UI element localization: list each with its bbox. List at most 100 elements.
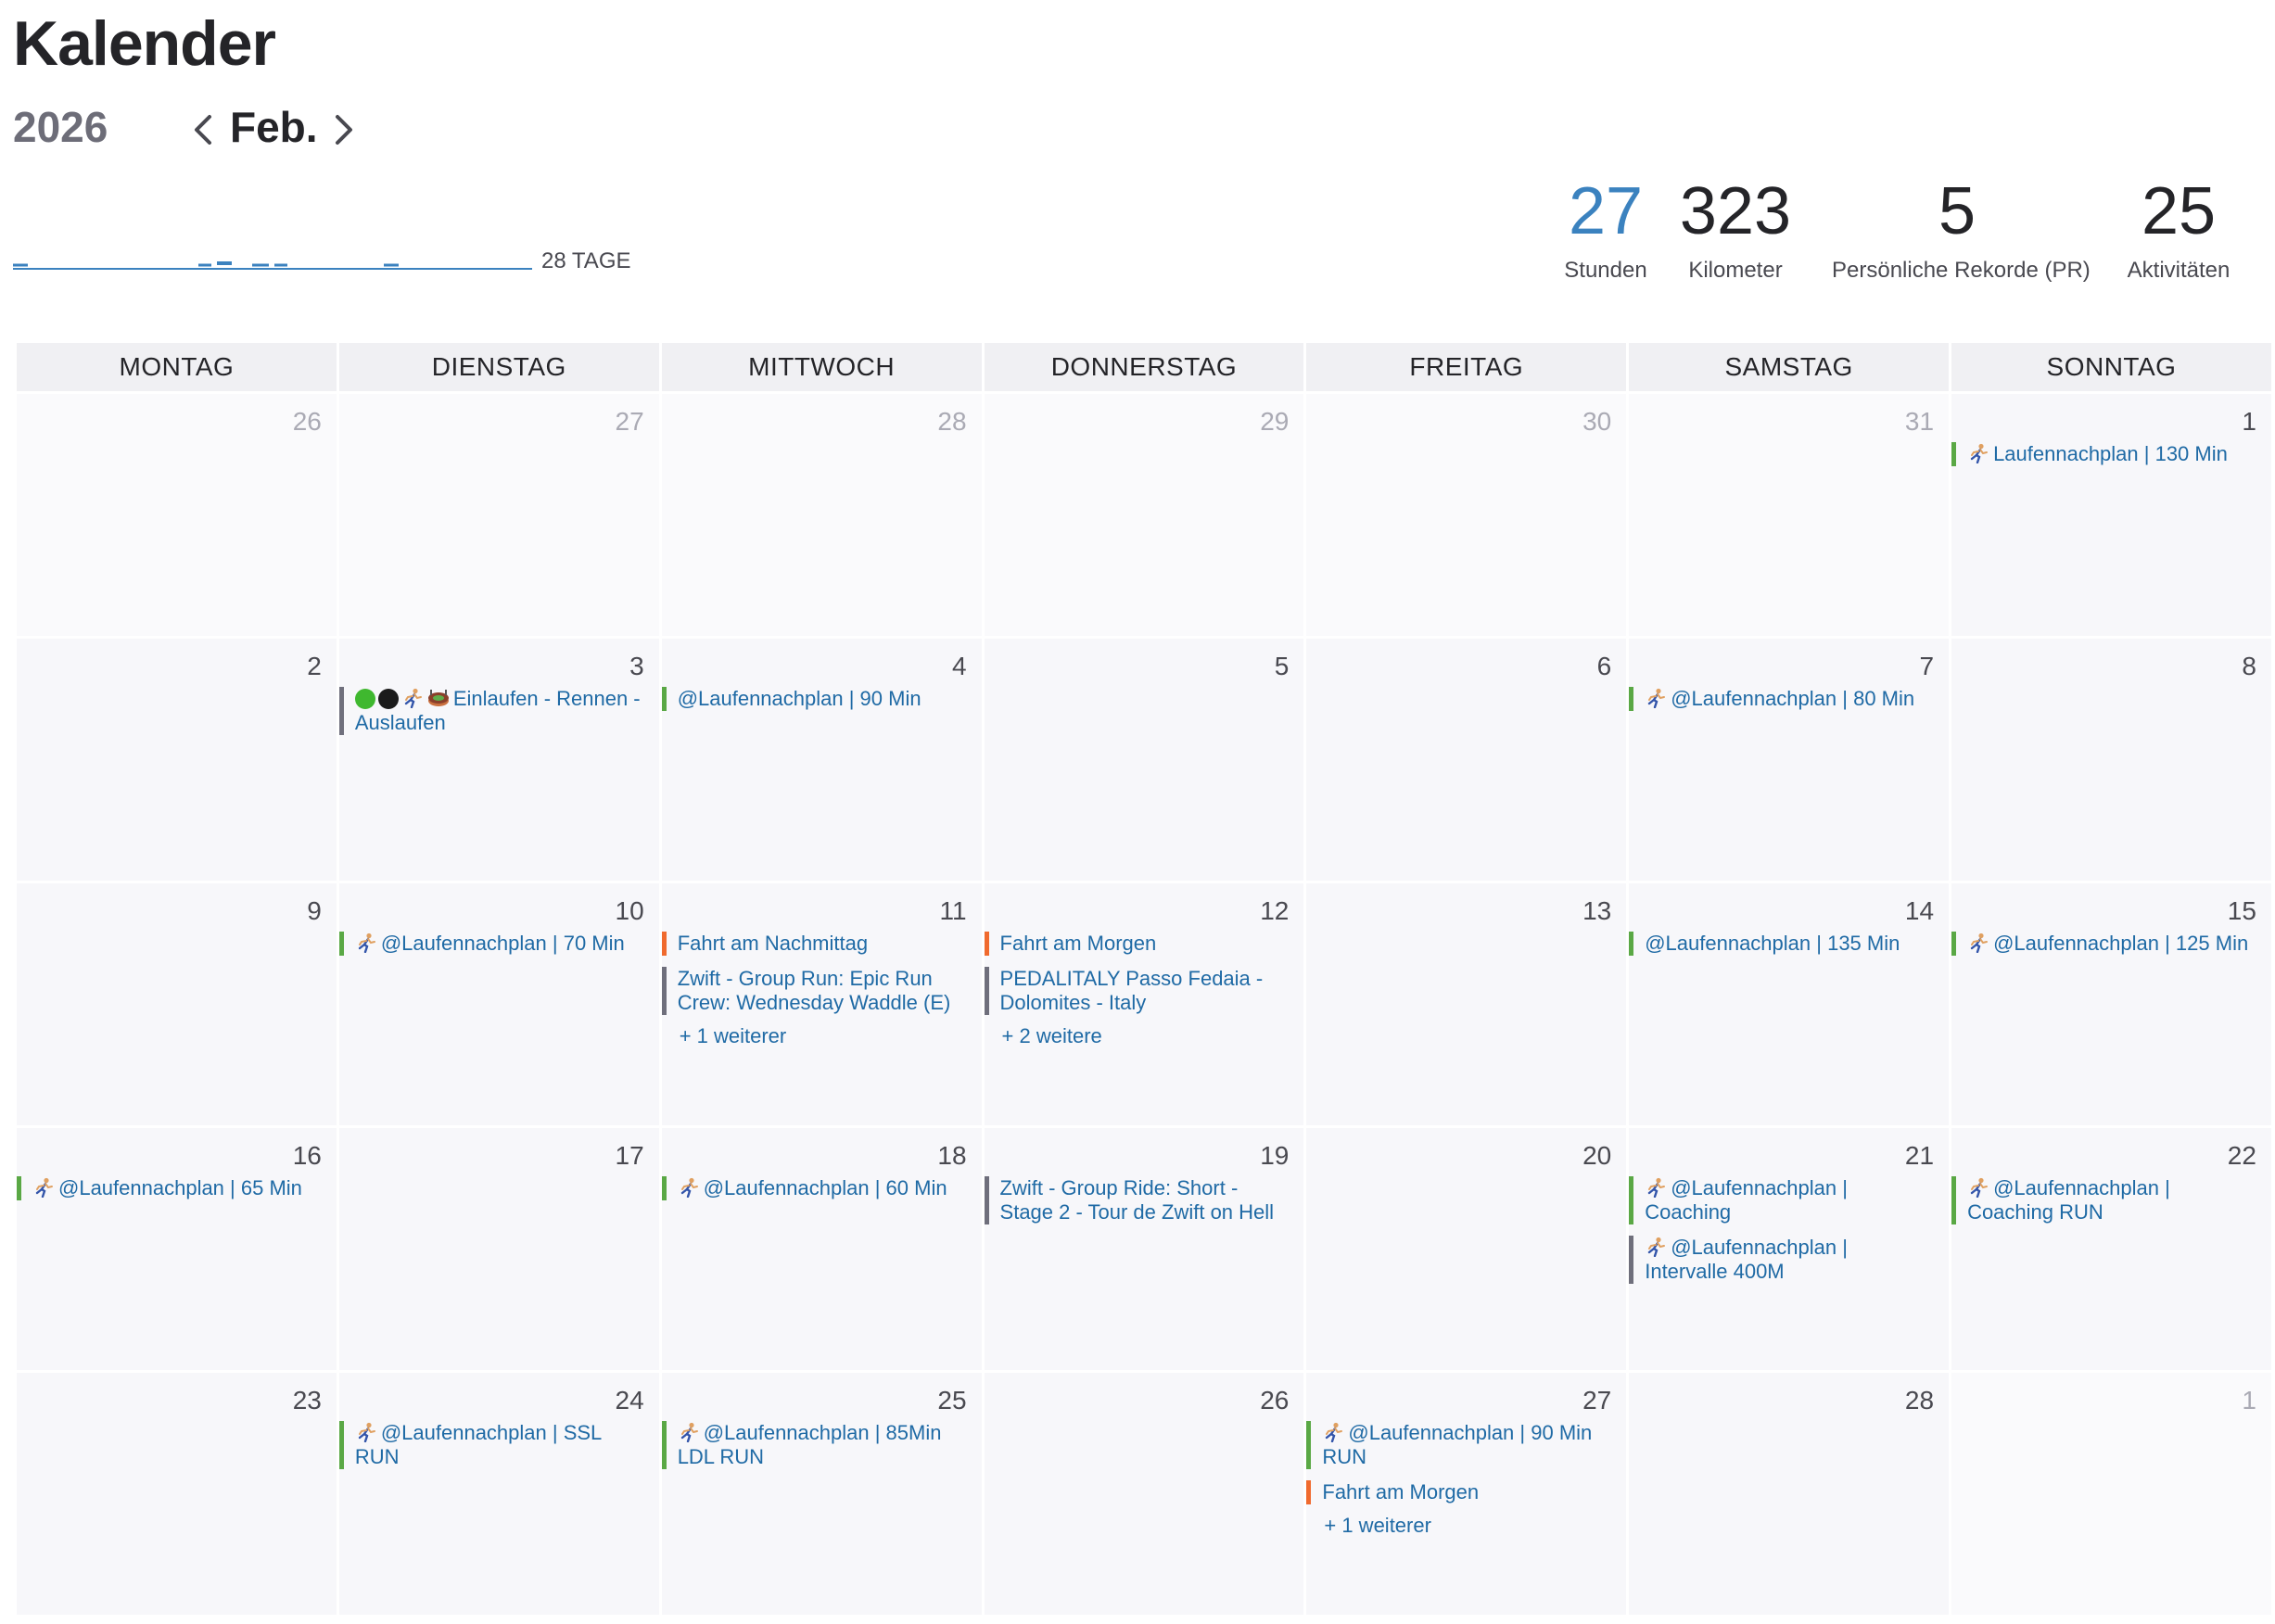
calendar-event[interactable]: PEDALITALY Passo Fedaia - Dolomites - It…	[984, 967, 1291, 1015]
day-cell[interactable]: 20	[1306, 1128, 1627, 1370]
day-cell[interactable]: 6	[1306, 639, 1627, 881]
calendar-event[interactable]: Fahrt am Morgen	[984, 932, 1291, 956]
calendar-event[interactable]: @Laufennachplan | Coaching RUN	[1951, 1176, 2258, 1224]
prev-month-button[interactable]	[185, 109, 222, 150]
runner-icon	[678, 1422, 700, 1443]
event-title: @Laufennachplan | SSL RUN	[354, 1421, 602, 1468]
day-cell[interactable]: 7 @Laufennachplan | 80 Min	[1629, 639, 1950, 881]
day-cell[interactable]: 27 @Laufennachplan | 90 Min RUN Fahrt am M…	[1306, 1373, 1627, 1615]
day-cell[interactable]: 11 Fahrt am Nachmittag Zwift - Group Run: …	[661, 883, 982, 1125]
day-cell[interactable]: 26	[984, 1373, 1304, 1615]
calendar-event[interactable]: Laufennachplan | 130 Min	[1951, 442, 2258, 466]
day-cell[interactable]: 9	[17, 883, 337, 1125]
day-cell[interactable]: 15 @Laufennachplan | 125 Min	[1951, 883, 2271, 1125]
day-number: 21	[1904, 1141, 1935, 1170]
day-cell[interactable]: 2	[17, 639, 337, 881]
calendar-event[interactable]: @Laufennachplan | 90 Min RUN	[1306, 1421, 1613, 1469]
day-cell[interactable]: 18 @Laufennachplan | 60 Min	[661, 1128, 982, 1370]
calendar-event[interactable]: Zwift - Group Run: Epic Run Crew: Wednes…	[661, 967, 969, 1015]
event-title: @Laufennachplan | 90 Min	[677, 687, 921, 710]
day-events: @Laufennachplan | 125 Min	[1951, 932, 2258, 967]
runner-icon	[1967, 1177, 1989, 1199]
day-cell[interactable]: 30	[1306, 394, 1627, 636]
calendar-event[interactable]: @Laufennachplan | 65 Min	[17, 1176, 324, 1200]
day-cell[interactable]: 4 @Laufennachplan | 90 Min	[661, 639, 982, 881]
next-month-button[interactable]	[324, 109, 362, 150]
day-number: 9	[307, 896, 322, 925]
day-number: 3	[629, 652, 644, 680]
day-number: 1	[2242, 407, 2256, 436]
day-cell[interactable]: 22 @Laufennachplan | Coaching RUN	[1951, 1128, 2271, 1370]
day-cell[interactable]: 16 @Laufennachplan | 65 Min	[17, 1128, 337, 1370]
stat-value: 25	[2141, 174, 2217, 248]
day-cell[interactable]: 21 @Laufennachplan | Coaching @Laufennachp…	[1629, 1128, 1950, 1370]
day-number: 7	[1919, 652, 1935, 680]
day-cell[interactable]: 12 Fahrt am Morgen PEDALITALY Passo Fedaia…	[984, 883, 1304, 1125]
more-events-link[interactable]: + 1 weiterer	[662, 1024, 969, 1048]
day-number: 18	[937, 1141, 967, 1170]
weeks-container: 26 27 28 29 30 31 1 Laufennachplan | 130 Min 2 3 E…	[17, 394, 2271, 1615]
calendar-event[interactable]: @Laufennachplan | 135 Min	[1629, 932, 1936, 956]
event-title: Fahrt am Nachmittag	[677, 932, 869, 955]
day-cell[interactable]: 26	[17, 394, 337, 636]
day-number: 12	[1260, 896, 1290, 925]
stat-personal-records: 5 Persönliche Rekorde (PR)	[1832, 172, 2091, 284]
day-events: @Laufennachplan | Coaching @Laufennachpla…	[1629, 1176, 1936, 1295]
day-cell[interactable]: 17	[338, 1128, 659, 1370]
calendar-event[interactable]: @Laufennachplan | 125 Min	[1951, 932, 2258, 956]
day-cell[interactable]: 3 Einlaufen - Rennen - Auslaufen	[338, 639, 659, 881]
calendar-event[interactable]: @Laufennachplan | 80 Min	[1629, 687, 1936, 711]
day-events: Einlaufen - Rennen - Auslaufen	[338, 687, 646, 746]
event-title: @Laufennachplan | 65 Min	[58, 1176, 302, 1199]
calendar-event[interactable]: @Laufennachplan | 60 Min	[661, 1176, 969, 1200]
day-number: 17	[615, 1141, 644, 1170]
day-number: 24	[615, 1386, 644, 1415]
day-cell[interactable]: 25 @Laufennachplan | 85Min LDL RUN	[661, 1373, 982, 1615]
calendar-event[interactable]: @Laufennachplan | 70 Min	[338, 932, 646, 956]
event-title: @Laufennachplan | 80 Min	[1671, 687, 1915, 710]
day-cell[interactable]: 8	[1951, 639, 2271, 881]
runner-icon	[32, 1177, 55, 1199]
calendar-event[interactable]: Einlaufen - Rennen - Auslaufen	[338, 687, 646, 735]
day-cell[interactable]: 28	[661, 394, 982, 636]
day-cell[interactable]: 24 @Laufennachplan | SSL RUN	[338, 1373, 659, 1615]
day-events: Zwift - Group Ride: Short - Stage 2 - To…	[984, 1176, 1291, 1236]
calendar-event[interactable]: @Laufennachplan | SSL RUN	[338, 1421, 646, 1469]
day-cell[interactable]: 29	[984, 394, 1304, 636]
event-title: @Laufennachplan | 125 Min	[1993, 932, 2249, 955]
day-number: 20	[1582, 1141, 1612, 1170]
day-cell[interactable]: 10 @Laufennachplan | 70 Min	[338, 883, 659, 1125]
calendar-event[interactable]: @Laufennachplan | 90 Min	[661, 687, 969, 711]
event-title: @Laufennachplan | 70 Min	[380, 932, 625, 955]
day-number: 23	[292, 1386, 322, 1415]
day-cell[interactable]: 19 Zwift - Group Ride: Short - Stage 2 - …	[984, 1128, 1304, 1370]
calendar-event[interactable]: Fahrt am Nachmittag	[661, 932, 969, 956]
event-title: @Laufennachplan | Intervalle 400M	[1645, 1236, 1848, 1283]
day-cell[interactable]: 14 @Laufennachplan | 135 Min	[1629, 883, 1950, 1125]
day-cell[interactable]: 1	[1951, 1373, 2271, 1615]
calendar-event[interactable]: @Laufennachplan | Coaching	[1629, 1176, 1936, 1224]
day-number: 22	[2227, 1141, 2256, 1170]
day-number: 27	[615, 407, 644, 436]
day-number: 13	[1582, 896, 1612, 925]
day-cell[interactable]: 23	[17, 1373, 337, 1615]
calendar-event[interactable]: @Laufennachplan | 85Min LDL RUN	[661, 1421, 969, 1469]
day-cell[interactable]: 28	[1629, 1373, 1950, 1615]
calendar-event[interactable]: Fahrt am Morgen	[1306, 1480, 1613, 1504]
day-events: @Laufennachplan | Coaching RUN	[1951, 1176, 2258, 1236]
more-events-link[interactable]: + 2 weitere	[985, 1024, 1291, 1048]
more-events-link[interactable]: + 1 weiterer	[1306, 1514, 1613, 1538]
day-cell[interactable]: 5	[984, 639, 1304, 881]
event-title: @Laufennachplan | Coaching RUN	[1967, 1176, 2170, 1224]
day-number: 28	[1904, 1386, 1935, 1415]
event-title: @Laufennachplan | 60 Min	[703, 1176, 947, 1199]
runner-icon	[1967, 933, 1989, 954]
calendar-event[interactable]: @Laufennachplan | Intervalle 400M	[1629, 1236, 1936, 1284]
day-cell[interactable]: 31	[1629, 394, 1950, 636]
calendar-event[interactable]: Zwift - Group Ride: Short - Stage 2 - To…	[984, 1176, 1291, 1224]
day-cell[interactable]: 27	[338, 394, 659, 636]
day-cell[interactable]: 1 Laufennachplan | 130 Min	[1951, 394, 2271, 636]
day-events: @Laufennachplan | 60 Min	[661, 1176, 969, 1212]
weekday-header: FREITAG	[1306, 343, 1627, 391]
day-cell[interactable]: 13	[1306, 883, 1627, 1125]
